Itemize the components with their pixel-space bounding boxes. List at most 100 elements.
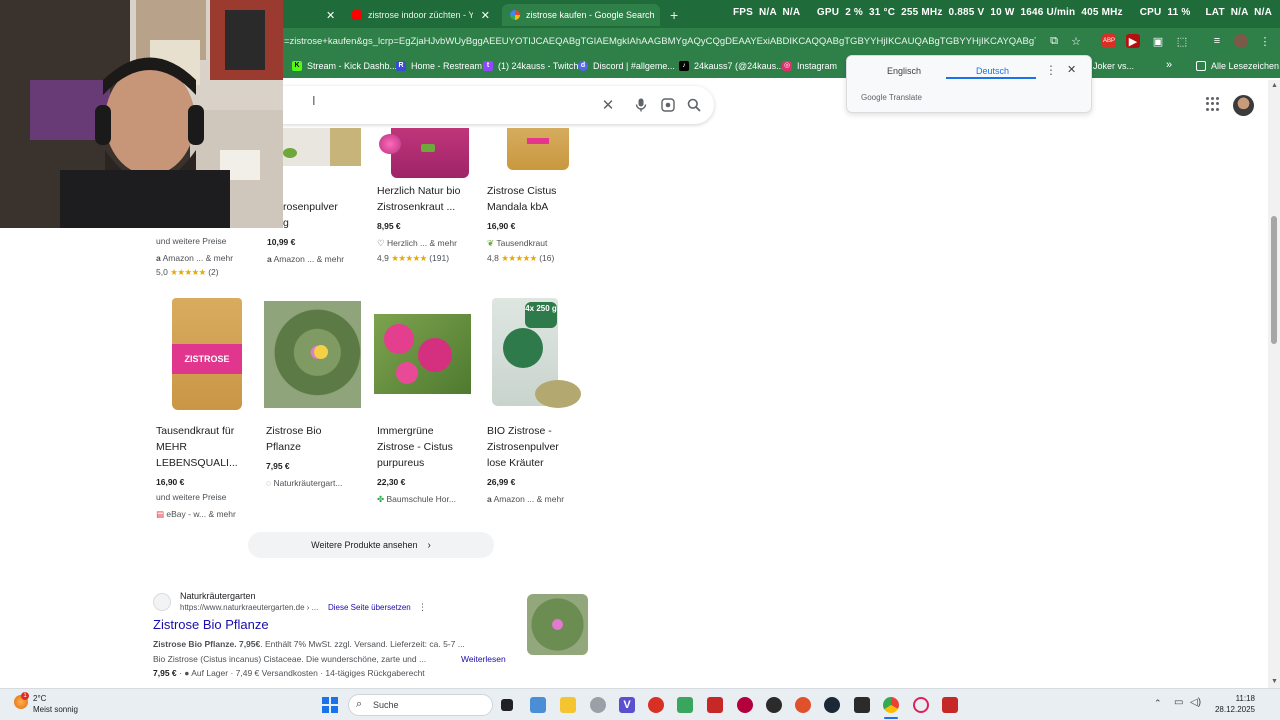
- product-seller[interactable]: ▤ eBay - w... & mehr: [156, 509, 236, 520]
- lang-target-tab[interactable]: Deutsch: [976, 66, 1009, 76]
- taskbar-time[interactable]: 11:18: [1213, 694, 1255, 703]
- product-image[interactable]: [283, 128, 361, 166]
- more-products-button[interactable]: Weitere Produkte ansehen ›: [248, 532, 494, 558]
- search-box[interactable]: I ✕: [280, 86, 714, 124]
- translate-icon[interactable]: ⧉: [1047, 34, 1061, 48]
- translate-page-link[interactable]: Diese Seite übersetzen: [328, 603, 411, 612]
- reading-list-icon[interactable]: ≡: [1210, 34, 1224, 48]
- browser-tab-google[interactable]: zistrose kaufen - Google Search ✕: [502, 4, 660, 26]
- product-title[interactable]: rosenpulver g: [283, 199, 338, 231]
- network-icon[interactable]: ▭: [1174, 697, 1183, 708]
- product-image[interactable]: [374, 314, 471, 394]
- extension-icon[interactable]: ▶: [1126, 34, 1140, 48]
- weather-status[interactable]: Meist sonnig: [33, 705, 78, 714]
- obs-icon[interactable]: [766, 697, 782, 713]
- result-url[interactable]: https://www.naturkraeutergarten.de › ...: [180, 603, 318, 612]
- read-more-link[interactable]: Weiterlesen: [461, 654, 506, 664]
- product-image[interactable]: 4x 250 g: [489, 298, 581, 410]
- tray-overflow-icon[interactable]: ⌃: [1154, 698, 1162, 709]
- product-image[interactable]: [507, 128, 569, 170]
- vpn-app-icon[interactable]: V: [619, 697, 635, 713]
- product-seller[interactable]: ✤ Baumschule Hor...: [377, 494, 456, 505]
- product-seller[interactable]: a Amazon ... & mehr: [156, 253, 233, 263]
- product-title[interactable]: Tausendkraut für MEHR LEBENSQUALI...: [156, 423, 238, 471]
- profile-icon[interactable]: [1234, 34, 1248, 48]
- star-icons: ★★★★★: [170, 267, 206, 277]
- result-title-link[interactable]: Zistrose Bio Pflanze: [153, 617, 269, 632]
- bookmarks-overflow-button[interactable]: »: [1166, 59, 1172, 71]
- lang-source-tab[interactable]: Englisch: [887, 66, 921, 76]
- new-tab-button[interactable]: +: [662, 4, 682, 26]
- product-seller[interactable]: a Amazon ... & mehr: [267, 254, 344, 264]
- page-scrollbar[interactable]: ▲ ▼: [1268, 80, 1280, 688]
- volume-icon[interactable]: ◁): [1190, 697, 1201, 708]
- bookmark-instagram[interactable]: ◎ Instagram: [782, 61, 837, 71]
- bookmark-label: Joker vs...: [1093, 61, 1135, 71]
- opera-gx-icon[interactable]: [648, 697, 664, 713]
- product-image[interactable]: ZISTROSE: [172, 298, 242, 410]
- product-image[interactable]: [264, 301, 361, 408]
- weather-temperature[interactable]: 2°C: [33, 694, 46, 703]
- bookmark-tiktok[interactable]: ♪ 24kauss7 (@24kaus...: [679, 61, 784, 71]
- taskbar-date[interactable]: 28.12.2025: [1205, 705, 1255, 714]
- calculator-icon[interactable]: [530, 697, 546, 713]
- scroll-down-icon[interactable]: ▼: [1271, 678, 1278, 685]
- result-menu-icon[interactable]: ⋮: [418, 602, 427, 613]
- search-icon[interactable]: [686, 97, 702, 113]
- lens-icon[interactable]: [660, 97, 676, 113]
- file-explorer-icon[interactable]: [560, 697, 576, 713]
- bookmark-twitch[interactable]: t (1) 24kauss - Twitch: [483, 61, 578, 71]
- result-site-name[interactable]: Naturkräutergarten: [180, 591, 256, 601]
- product-title[interactable]: BIO Zistrose - Zistrosenpulver lose Kräu…: [487, 423, 559, 471]
- product-seller[interactable]: ❦ Tausendkraut: [487, 238, 547, 249]
- product-title[interactable]: Zistrose Bio Pflanze: [266, 423, 321, 455]
- bookmark-kick[interactable]: K Stream - Kick Dashb...: [292, 61, 397, 71]
- url-field[interactable]: =zistrose+kaufen&gs_lcrp=EgZjaHJvbWUyBgg…: [284, 36, 1036, 47]
- bookmark-discord[interactable]: d Discord | #allgeme...: [578, 61, 675, 71]
- firefox-icon[interactable]: [795, 697, 811, 713]
- steam-icon[interactable]: [824, 697, 840, 713]
- all-bookmarks-button[interactable]: Alle Lesezeichen: [1196, 61, 1279, 71]
- task-view-icon[interactable]: [501, 699, 513, 711]
- product-extra-prices: und weitere Preise: [156, 236, 227, 246]
- bookmark-joker[interactable]: Joker vs...: [1093, 61, 1134, 71]
- browser-menu-icon[interactable]: ⋮: [1258, 34, 1272, 48]
- windows-start-icon[interactable]: [322, 697, 338, 713]
- product-seller[interactable]: a Amazon ... & mehr: [487, 494, 564, 504]
- product-image[interactable]: [377, 128, 469, 178]
- extensions-puzzle-icon[interactable]: ⬚: [1175, 34, 1189, 48]
- game-app-icon[interactable]: [677, 697, 693, 713]
- game-app-icon[interactable]: [942, 697, 958, 713]
- result-thumbnail[interactable]: [527, 594, 588, 655]
- product-seller[interactable]: ♡ Herzlich ... & mehr: [377, 238, 457, 249]
- google-apps-icon[interactable]: [1206, 97, 1220, 111]
- bookmark-restream[interactable]: R Home - Restream: [396, 61, 482, 71]
- product-title[interactable]: Herzlich Natur bio Zistrosenkraut ...: [377, 183, 460, 215]
- mouse-app-icon[interactable]: [590, 697, 606, 713]
- epic-games-icon[interactable]: [854, 697, 870, 713]
- adblock-icon[interactable]: ABP: [1102, 34, 1116, 48]
- scroll-thumb[interactable]: [1271, 216, 1277, 344]
- hud-value: 1646 U/min: [1020, 7, 1076, 18]
- account-avatar[interactable]: [1233, 95, 1254, 116]
- close-icon[interactable]: ✕: [1067, 63, 1076, 76]
- product-title[interactable]: Zistrose Cistus Mandala kbA: [487, 183, 556, 215]
- browser-tab-youtube[interactable]: zistrose indoor züchten - YouT ✕: [344, 4, 498, 26]
- clear-icon[interactable]: ✕: [600, 97, 616, 114]
- more-vert-icon[interactable]: ⋮: [1045, 63, 1057, 77]
- chrome-icon[interactable]: [883, 697, 899, 713]
- opera-icon[interactable]: [913, 697, 929, 713]
- tab-close-icon[interactable]: ✕: [326, 9, 335, 22]
- tab-close-icon[interactable]: ✕: [481, 9, 490, 22]
- game-launcher-icon[interactable]: [707, 697, 723, 713]
- media-app-icon[interactable]: [737, 697, 753, 713]
- product-seller[interactable]: ◌ Naturkräutergart...: [266, 478, 342, 488]
- scroll-up-icon[interactable]: ▲: [1271, 82, 1278, 89]
- browser-tab-1[interactable]: ✕: [286, 4, 346, 26]
- bookmark-star-icon[interactable]: ☆: [1069, 34, 1083, 48]
- product-title[interactable]: Immergrüne Zistrose - Cistus purpureus: [377, 423, 453, 471]
- translate-brand: Google Translate: [861, 93, 922, 102]
- taskbar-search[interactable]: ⌕ Suche: [348, 694, 493, 716]
- mic-icon[interactable]: [633, 97, 649, 113]
- extension-icon[interactable]: ▣: [1151, 34, 1165, 48]
